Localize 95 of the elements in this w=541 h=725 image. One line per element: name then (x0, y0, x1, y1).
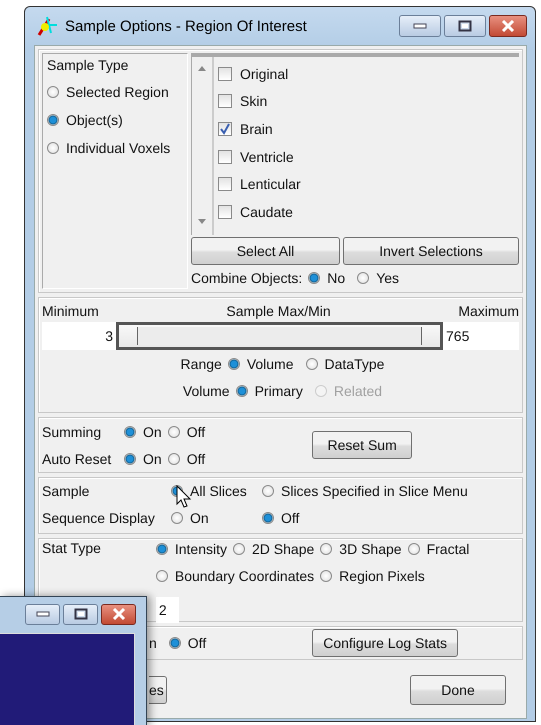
radio-label: Off (281, 510, 300, 526)
option-group-label: Summing (42, 424, 102, 440)
radio-button[interactable] (171, 512, 183, 524)
slider-title: Sample Max/Min (226, 303, 331, 319)
checkbox[interactable] (218, 204, 232, 219)
radio-button[interactable] (47, 142, 59, 154)
checkbox-label: Ventricle (240, 148, 294, 165)
radio-label: Off (186, 450, 206, 466)
radio-button[interactable] (47, 114, 59, 126)
checkbox-label: Caudate (240, 204, 293, 220)
maximize-icon (74, 608, 88, 620)
radio-button[interactable] (320, 543, 332, 555)
maximize-button[interactable] (63, 604, 98, 624)
action-button[interactable]: Select All (191, 237, 340, 265)
combine-label: Combine Objects: (191, 270, 302, 286)
window-title: Sample Options - Region Of Interest (65, 18, 307, 34)
checkbox-label: Brain (240, 120, 273, 137)
maximize-button[interactable] (444, 15, 486, 37)
checkbox-label: Skin (240, 93, 268, 110)
radio-button[interactable] (308, 272, 320, 284)
radio-button[interactable] (124, 426, 136, 438)
radio-label: All Slices (190, 483, 247, 499)
radio-label: Primary (254, 382, 303, 398)
radio-label: Selected Region (66, 84, 169, 100)
radio-button[interactable] (262, 485, 274, 497)
radio-label: DataType (324, 356, 384, 372)
mouse-pointer-icon (176, 485, 192, 509)
radio-button[interactable] (236, 384, 248, 396)
option-group-label: Auto Reset (42, 450, 112, 466)
radio-button[interactable] (156, 543, 168, 555)
number-field[interactable]: 2 (156, 597, 179, 623)
radio-label: Slices Specified in Slice Menu (281, 483, 468, 499)
radio-button[interactable] (233, 543, 245, 555)
option-group-label: Range (180, 356, 222, 372)
radio-label: Boundary Coordinates (174, 568, 314, 584)
radio-label: Volume (246, 356, 294, 372)
radio-button[interactable] (168, 426, 180, 438)
checkbox[interactable] (218, 66, 232, 81)
radio-label: 3D Shape (339, 541, 402, 557)
maximum-field[interactable]: 765 (443, 322, 519, 350)
checkbox[interactable] (218, 94, 232, 108)
app-icon (37, 15, 59, 37)
action-button[interactable]: Invert Selections (343, 237, 519, 265)
action-button[interactable]: es (149, 676, 167, 704)
radio-label: No (327, 270, 346, 286)
radio-button[interactable] (262, 512, 274, 524)
minimum-label: Minimum (42, 303, 99, 319)
radio-button[interactable] (228, 358, 240, 370)
reset-sum-button[interactable]: Reset Sum (312, 431, 412, 459)
radio-label: n (149, 635, 157, 651)
checkbox[interactable] (218, 150, 232, 164)
radio-button[interactable] (408, 543, 420, 555)
radio-label: Region Pixels (339, 568, 425, 584)
minimum-field[interactable]: 3 (42, 322, 116, 350)
option-group-label: Sequence Display (42, 510, 156, 526)
radio-button[interactable] (124, 452, 136, 464)
close-icon (110, 608, 126, 620)
radio-button[interactable] (306, 358, 318, 370)
minimize-button[interactable] (25, 604, 60, 624)
minimize-icon (413, 23, 427, 29)
close-button[interactable] (101, 604, 136, 624)
radio-button[interactable] (357, 272, 370, 284)
close-icon (500, 20, 516, 32)
configure-log-stats-button[interactable]: Configure Log Stats (312, 629, 458, 657)
radio-button[interactable] (168, 637, 181, 649)
radio-button[interactable] (168, 452, 180, 464)
radio-button[interactable] (156, 570, 168, 582)
radio-label: Intensity (174, 541, 227, 557)
option-group-label: Stat Type (42, 540, 101, 556)
checkbox-label: Original (240, 66, 288, 82)
radio-label: Off (188, 635, 206, 651)
radio-label: On (143, 450, 162, 466)
minimize-button[interactable] (399, 15, 441, 37)
radio-label: 2D Shape (252, 541, 314, 557)
radio-button[interactable] (320, 570, 332, 582)
radio-button[interactable] (47, 86, 59, 98)
minimize-icon (36, 611, 50, 617)
option-group-label: Volume (182, 382, 230, 398)
radio-label: Yes (376, 270, 400, 286)
option-group-label: Sample (42, 483, 90, 499)
radio-label: Individual Voxels (66, 140, 170, 156)
checkbox[interactable] (218, 122, 232, 136)
done-button[interactable]: Done (410, 674, 506, 704)
checkbox-label: Lenticular (240, 176, 301, 192)
radio-label: Fractal (426, 541, 470, 557)
close-button[interactable] (489, 15, 527, 37)
radio-label: Off (186, 424, 206, 440)
radio-label: On (143, 424, 162, 440)
radio-label: On (190, 510, 209, 526)
maximize-icon (458, 20, 472, 32)
checkbox[interactable] (218, 177, 232, 192)
radio-label: Object(s) (66, 112, 123, 128)
radio-label: Related (334, 382, 382, 398)
group-title: Sample Type (47, 57, 130, 73)
maximum-label: Maximum (458, 303, 519, 319)
